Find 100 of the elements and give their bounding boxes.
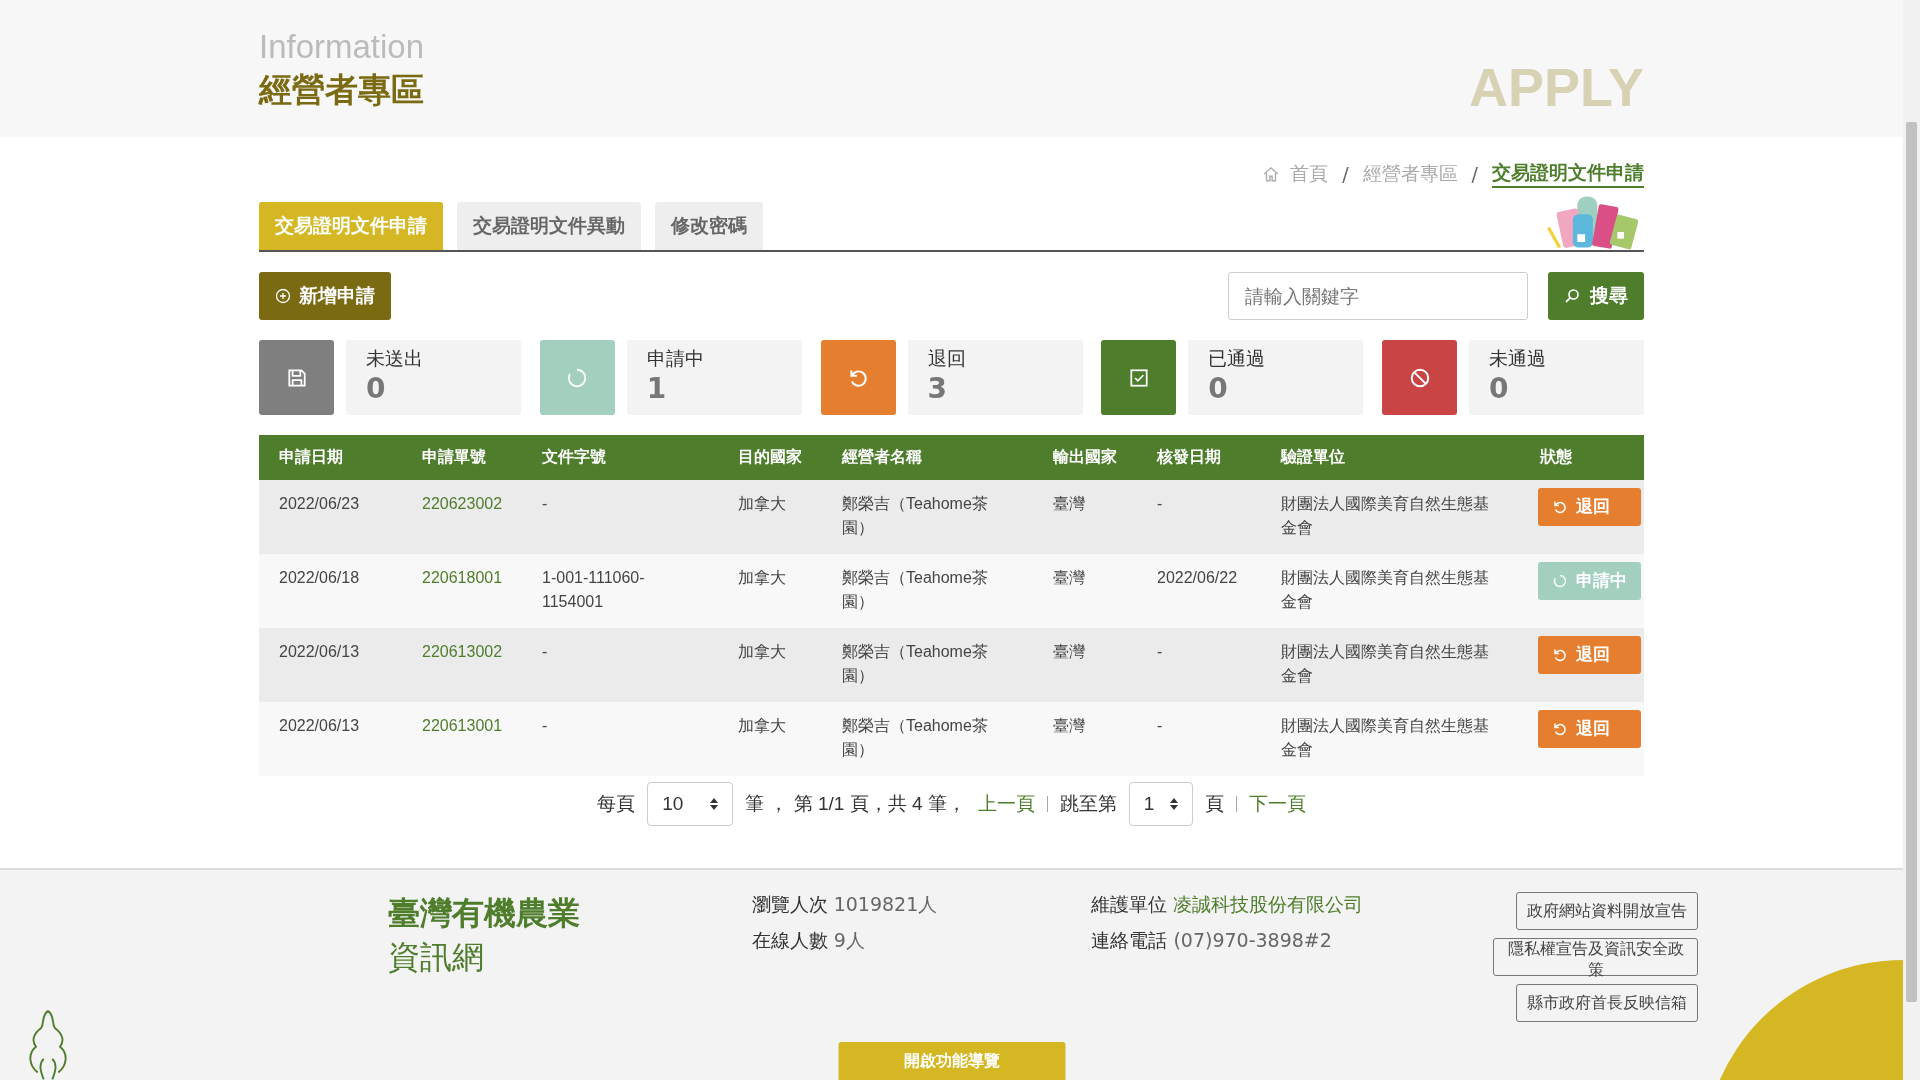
- tab[interactable]: 修改密碼: [655, 202, 763, 250]
- page-summary: 筆 ， 第 1/1 頁，共 4 筆，: [745, 792, 966, 816]
- column-header: 經營者名稱: [822, 435, 1033, 480]
- status-button[interactable]: 退回: [1538, 710, 1641, 748]
- table-cell: 1-001-111060-1154001: [522, 554, 718, 628]
- application-number-link[interactable]: 220623002: [422, 495, 503, 512]
- column-header: 申請單號: [402, 435, 522, 480]
- stat-label: 申請中: [646, 346, 704, 371]
- table-cell: 臺灣: [1033, 554, 1137, 628]
- stat-label: 未通過: [1489, 346, 1546, 371]
- table-cell: 加拿大: [718, 554, 822, 628]
- table-cell: -: [522, 628, 718, 702]
- column-header: 文件字號: [522, 435, 718, 480]
- search-icon: [1564, 288, 1580, 304]
- column-header: 目的國家: [718, 435, 822, 480]
- table-cell: 2022/06/22: [1137, 554, 1261, 628]
- spinner-icon: [566, 366, 589, 389]
- online-label: 在線人數: [751, 929, 828, 951]
- table-cell: -: [522, 480, 718, 554]
- spinner-icon: [1552, 573, 1568, 589]
- stat-count: 1: [646, 372, 667, 406]
- stat-label: 退回: [927, 346, 966, 371]
- scrollbar-thumb[interactable]: [1906, 122, 1917, 1002]
- save-icon: [285, 366, 308, 389]
- undo-icon: [1552, 647, 1568, 663]
- stat-label: 已通過: [1208, 346, 1266, 371]
- stat-count: 0: [1489, 372, 1509, 406]
- column-header: 狀態: [1520, 435, 1644, 480]
- table-cell: 加拿大: [718, 702, 822, 776]
- table-cell: 財團法人國際美育自然生態基金會: [1261, 554, 1520, 628]
- table-cell: 臺灣: [1033, 702, 1137, 776]
- table-cell: -: [1137, 480, 1261, 554]
- column-header: 申請日期: [259, 435, 402, 480]
- column-header: 輸出國家: [1033, 435, 1137, 480]
- plus-circle-icon: [275, 288, 291, 304]
- undo-icon: [1552, 499, 1568, 515]
- table-cell: 2022/06/23: [259, 480, 402, 554]
- page-suffix: 頁: [1204, 792, 1224, 816]
- table-cell: 加拿大: [718, 628, 822, 702]
- maintainer-label: 維護單位: [1091, 893, 1168, 915]
- column-header: 驗證單位: [1261, 435, 1520, 480]
- status-button[interactable]: 退回: [1538, 488, 1641, 526]
- application-number-link[interactable]: 220618001: [422, 569, 503, 586]
- scrollbar[interactable]: [1903, 0, 1920, 1080]
- breadcrumb-separator: /: [1471, 163, 1478, 185]
- footer-link-button[interactable]: 隱私權宣告及資訊安全政策: [1493, 938, 1698, 976]
- breadcrumb-separator: /: [1342, 163, 1349, 185]
- phone-label: 連絡電話: [1091, 929, 1168, 951]
- page-select[interactable]: 1: [1128, 782, 1193, 826]
- table-cell: 鄭榮吉（Teahome茶園）: [822, 554, 1033, 628]
- table-cell: 鄭榮吉（Teahome茶園）: [822, 628, 1033, 702]
- table-cell: 財團法人國際美育自然生態基金會: [1261, 480, 1520, 554]
- table-cell: 鄭榮吉（Teahome茶園）: [822, 480, 1033, 554]
- per-page-select[interactable]: 10: [647, 782, 734, 826]
- site-name: 臺灣有機農業: [388, 893, 581, 934]
- table-cell: 2022/06/13: [259, 628, 402, 702]
- application-number-link[interactable]: 220613001: [422, 717, 503, 734]
- search-button[interactable]: 搜尋: [1548, 272, 1644, 320]
- column-header: 核發日期: [1137, 435, 1261, 480]
- stat-count: 3: [927, 372, 947, 406]
- stat-label: 未送出: [366, 346, 423, 371]
- next-page-link[interactable]: 下一頁: [1248, 791, 1306, 817]
- table-cell: 2022/06/13: [259, 702, 402, 776]
- banner-word: APPLY: [1468, 55, 1644, 118]
- header-subtitle: Information: [259, 28, 425, 66]
- up-down-icon: [710, 797, 719, 811]
- search-field[interactable]: 請輸入關鍵字: [1228, 272, 1528, 320]
- checkbox-icon: [1127, 366, 1150, 389]
- table-cell: -: [522, 702, 718, 776]
- breadcrumb-link[interactable]: 交易證明文件申請: [1492, 160, 1644, 188]
- table-cell: 財團法人國際美育自然生態基金會: [1261, 628, 1520, 702]
- table-cell: 臺灣: [1033, 480, 1137, 554]
- visits-label: 瀏覽人次: [751, 893, 828, 915]
- new-application-button[interactable]: 新增申請: [259, 272, 391, 320]
- up-down-icon: [1169, 797, 1178, 811]
- tab[interactable]: 交易證明文件異動: [457, 202, 641, 250]
- table-cell: 2022/06/18: [259, 554, 402, 628]
- table-cell: 財團法人國際美育自然生態基金會: [1261, 702, 1520, 776]
- application-number-link[interactable]: 220613002: [422, 643, 503, 660]
- footer-link-button[interactable]: 政府網站資料開放宣告: [1516, 892, 1698, 930]
- table-cell: -: [1137, 628, 1261, 702]
- status-button[interactable]: 退回: [1538, 636, 1641, 674]
- prohibited-icon: [1408, 366, 1431, 389]
- online-count: 9人: [833, 929, 865, 951]
- maintainer-link[interactable]: 凌誠科技股份有限公司: [1173, 893, 1364, 915]
- page-title: 經營者專區: [259, 69, 425, 111]
- previous-page-link[interactable]: 上一頁: [977, 791, 1035, 817]
- home-icon: [1262, 165, 1281, 183]
- phone-number: (07)970-3898#2: [1173, 929, 1332, 951]
- stat-count: 0: [1208, 372, 1228, 406]
- footer-link-button[interactable]: 縣市政府首長反映信箱: [1516, 984, 1698, 1022]
- undo-icon: [1552, 721, 1568, 737]
- table-cell: 臺灣: [1033, 628, 1137, 702]
- table-cell: 鄭榮吉（Teahome茶園）: [822, 702, 1033, 776]
- jump-label: 跳至第: [1059, 792, 1117, 816]
- stat-count: 0: [366, 372, 386, 406]
- site-name-subtitle: 資訊網: [388, 937, 485, 978]
- table-cell: -: [1137, 702, 1261, 776]
- visits-count: 1019821人: [833, 893, 938, 915]
- table-cell: 加拿大: [718, 480, 822, 554]
